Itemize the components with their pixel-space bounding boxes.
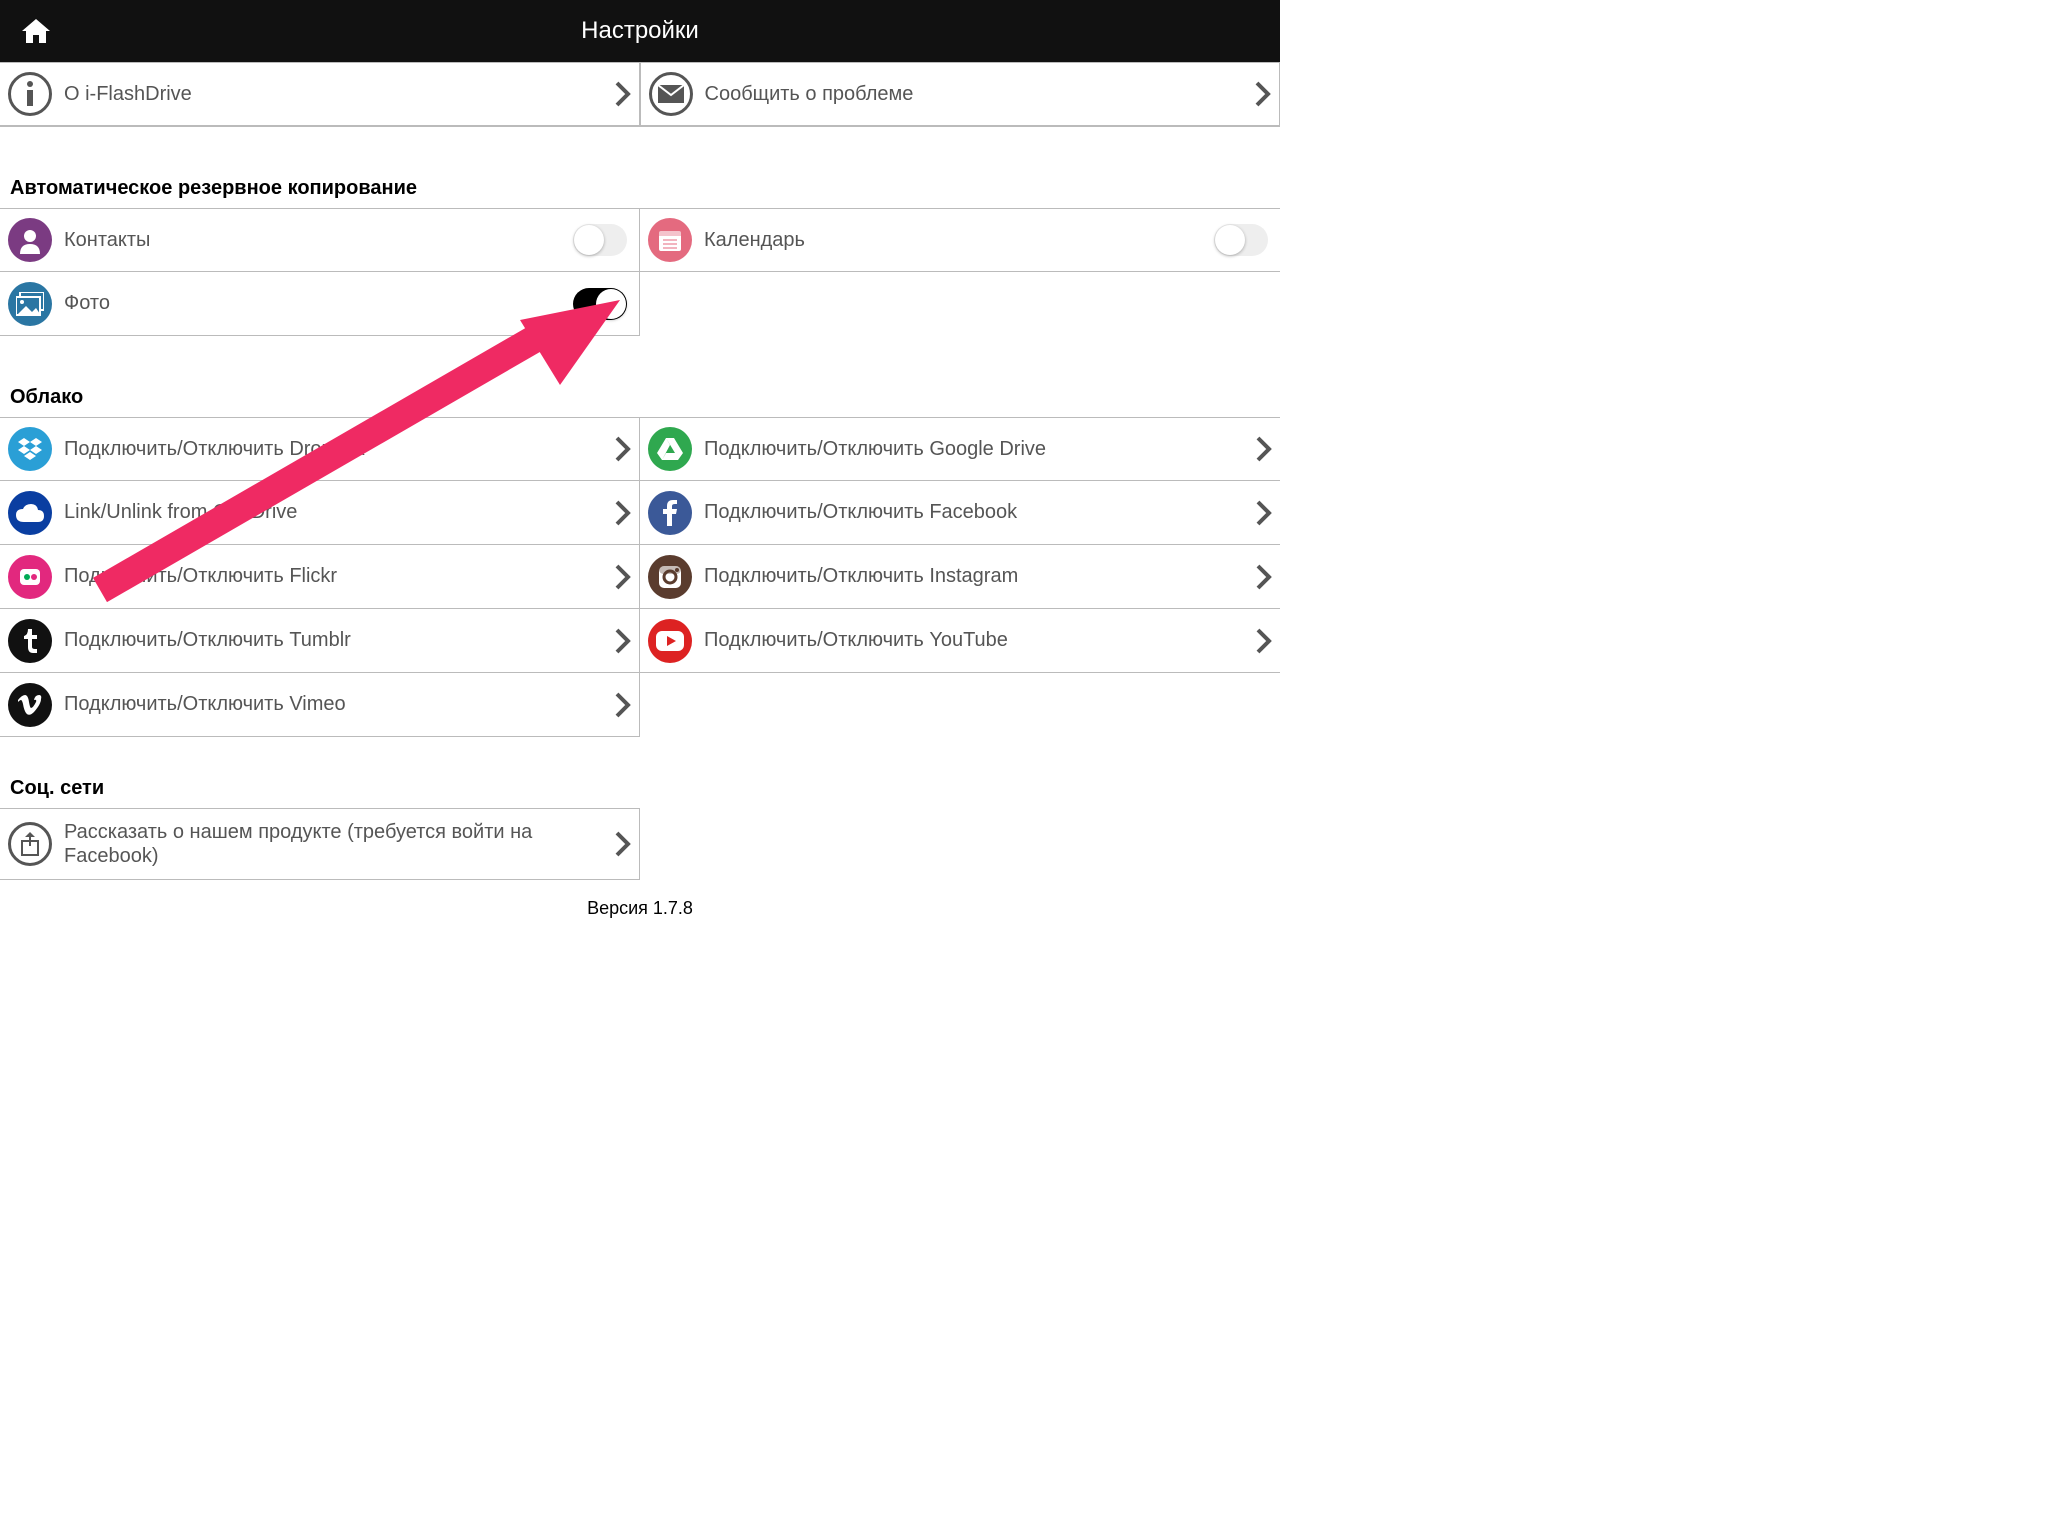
youtube-icon xyxy=(648,619,692,663)
backup-photo-label: Фото xyxy=(64,292,573,315)
backup-calendar-toggle[interactable] xyxy=(1214,224,1268,256)
calendar-icon xyxy=(648,218,692,262)
section-backup-title: Автоматическое резервное копирование xyxy=(0,177,1280,208)
chevron-right-icon xyxy=(1256,500,1272,526)
social-share-label: Рассказать о нашем продукте (требуется в… xyxy=(64,820,615,868)
backup-contacts-label: Контакты xyxy=(64,229,573,252)
share-icon xyxy=(8,822,52,866)
flickr-icon xyxy=(8,555,52,599)
cloud-gdrive-row[interactable]: Подключить/Отключить Google Drive xyxy=(640,417,1280,481)
cloud-flickr-label: Подключить/Отключить Flickr xyxy=(64,565,615,588)
report-label: Сообщить о проблеме xyxy=(705,83,1256,106)
backup-photo-toggle[interactable] xyxy=(573,288,627,320)
social-share-row[interactable]: Рассказать о нашем продукте (требуется в… xyxy=(0,808,640,880)
cloud-onedrive-label: Link/Unlink from OneDrive xyxy=(64,501,615,524)
chevron-right-icon xyxy=(1255,81,1271,107)
about-label: О i-FlashDrive xyxy=(64,83,615,106)
chevron-right-icon xyxy=(1256,628,1272,654)
chevron-right-icon xyxy=(615,628,631,654)
cloud-flickr-row[interactable]: Подключить/Отключить Flickr xyxy=(0,545,640,609)
cloud-facebook-row[interactable]: Подключить/Отключить Facebook xyxy=(640,481,1280,545)
cloud-gdrive-label: Подключить/Отключить Google Drive xyxy=(704,438,1256,461)
backup-calendar-label: Календарь xyxy=(704,229,1214,252)
section-social-title: Соц. сети xyxy=(0,777,1280,808)
contacts-icon xyxy=(8,218,52,262)
cloud-vimeo-label: Подключить/Отключить Vimeo xyxy=(64,693,615,716)
backup-grid: Контакты Фото Календарь xyxy=(0,208,1280,336)
cloud-dropbox-row[interactable]: Подключить/Отключить Dropbox xyxy=(0,417,640,481)
tumblr-icon xyxy=(8,619,52,663)
googledrive-icon xyxy=(648,427,692,471)
report-row[interactable]: Сообщить о проблеме xyxy=(640,62,1281,126)
photo-icon xyxy=(8,282,52,326)
backup-contacts-row: Контакты xyxy=(0,208,640,272)
instagram-icon xyxy=(648,555,692,599)
mail-icon xyxy=(649,72,693,116)
chevron-right-icon xyxy=(1256,564,1272,590)
chevron-right-icon xyxy=(615,81,631,107)
onedrive-icon xyxy=(8,491,52,535)
chevron-right-icon xyxy=(615,564,631,590)
section-cloud-title: Облако xyxy=(0,386,1280,417)
cloud-instagram-label: Подключить/Отключить Instagram xyxy=(704,565,1256,588)
info-icon xyxy=(8,72,52,116)
chevron-right-icon xyxy=(615,831,631,857)
cloud-instagram-row[interactable]: Подключить/Отключить Instagram xyxy=(640,545,1280,609)
page-title: Настройки xyxy=(0,17,1280,45)
chevron-right-icon xyxy=(615,436,631,462)
about-row[interactable]: О i-FlashDrive xyxy=(0,62,640,126)
cloud-vimeo-row[interactable]: Подключить/Отключить Vimeo xyxy=(0,673,640,737)
cloud-tumblr-row[interactable]: Подключить/Отключить Tumblr xyxy=(0,609,640,673)
home-icon xyxy=(20,17,52,45)
dropbox-icon xyxy=(8,427,52,471)
chevron-right-icon xyxy=(615,692,631,718)
chevron-right-icon xyxy=(1256,436,1272,462)
chevron-right-icon xyxy=(615,500,631,526)
facebook-icon xyxy=(648,491,692,535)
vimeo-icon xyxy=(8,683,52,727)
cloud-grid: Подключить/Отключить Dropbox Link/Unlink… xyxy=(0,417,1280,737)
cloud-onedrive-row[interactable]: Link/Unlink from OneDrive xyxy=(0,481,640,545)
backup-calendar-row: Календарь xyxy=(640,208,1280,272)
cloud-dropbox-label: Подключить/Отключить Dropbox xyxy=(64,438,615,461)
version-label: Версия 1.7.8 xyxy=(0,898,1280,919)
backup-contacts-toggle[interactable] xyxy=(573,224,627,256)
backup-photo-row: Фото xyxy=(0,272,640,336)
cloud-facebook-label: Подключить/Отключить Facebook xyxy=(704,501,1256,524)
top-row: О i-FlashDrive Сообщить о проблеме xyxy=(0,62,1280,127)
app-header: Настройки xyxy=(0,0,1280,62)
home-button[interactable] xyxy=(20,17,52,45)
cloud-tumblr-label: Подключить/Отключить Tumblr xyxy=(64,629,615,652)
cloud-youtube-label: Подключить/Отключить YouTube xyxy=(704,629,1256,652)
cloud-youtube-row[interactable]: Подключить/Отключить YouTube xyxy=(640,609,1280,673)
